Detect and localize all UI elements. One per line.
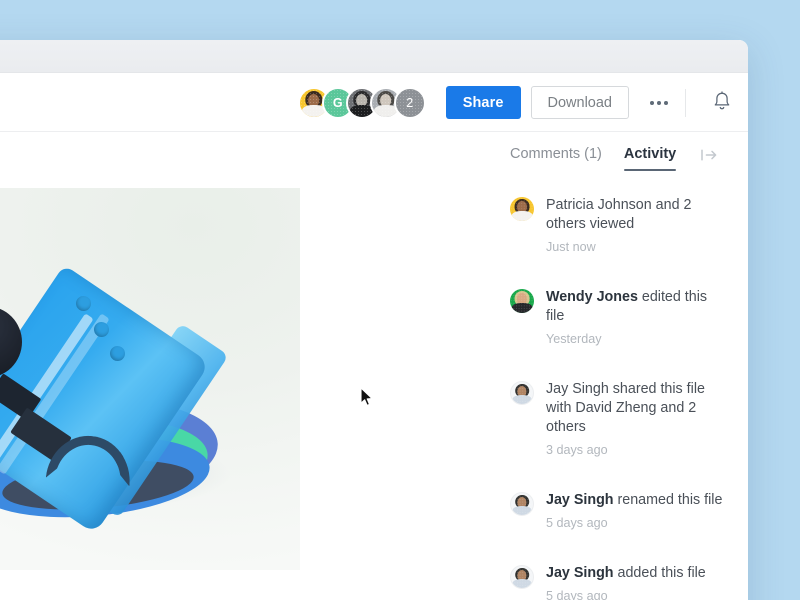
activity-actor: Jay Singh	[546, 381, 609, 397]
activity-timestamp: Yesterday	[546, 332, 602, 346]
activity-timestamp: 5 days ago	[546, 589, 608, 600]
toolbar-divider	[685, 88, 686, 117]
collapse-panel-button[interactable]	[696, 143, 722, 169]
avatar-label: 2	[406, 95, 414, 110]
activity-action: renamed this file	[613, 492, 723, 508]
collaborator-avatar-group[interactable]: G2	[297, 86, 426, 119]
activity-avatar	[510, 289, 534, 313]
sidebar-tabs: Comments (1) Activity	[468, 132, 748, 180]
activity-item[interactable]: Patricia Johnson and 2 others viewed Just…	[510, 196, 728, 254]
activity-avatar	[510, 197, 534, 221]
avatar[interactable]: 2	[393, 86, 426, 119]
download-button[interactable]: Download	[530, 86, 629, 119]
activity-action: viewed	[585, 216, 635, 232]
activity-avatar	[510, 381, 534, 405]
notifications-button[interactable]	[696, 83, 748, 123]
activity-text: Jay Singh added this file	[546, 564, 706, 583]
dot-icon	[650, 100, 654, 105]
activity-item[interactable]: Jay Singh shared this file with David Zh…	[510, 380, 728, 457]
desktop-backdrop: G2 Share Download Comments (1) Activity …	[0, 0, 800, 600]
tab-comments[interactable]: Comments (1)	[510, 146, 602, 171]
activity-avatar	[510, 565, 534, 589]
more-options-button[interactable]	[641, 86, 677, 119]
bell-icon	[712, 90, 732, 115]
activity-actor: Jay Singh	[546, 492, 614, 508]
toolbar-actions: G2 Share Download	[297, 73, 748, 132]
activity-timestamp: 3 days ago	[546, 443, 608, 457]
dot-icon	[657, 100, 661, 105]
activity-action: added this file	[613, 565, 706, 581]
activity-item[interactable]: Wendy Jones edited this file Yesterday	[510, 288, 728, 346]
tab-activity[interactable]: Activity	[623, 146, 677, 171]
activity-sidebar: Comments (1) Activity Patricia Johnson a…	[468, 132, 748, 600]
dot-icon	[664, 100, 668, 105]
activity-timestamp: Just now	[546, 240, 596, 254]
activity-actor: Jay Singh	[546, 565, 614, 581]
collapse-right-icon	[700, 148, 718, 165]
boombox-illustration: ⚡	[0, 188, 300, 570]
activity-actor: Wendy Jones	[546, 289, 638, 305]
window-chrome-bar	[0, 40, 748, 73]
activity-item[interactable]: Jay Singh renamed this file 5 days ago	[510, 491, 728, 530]
app-window: G2 Share Download Comments (1) Activity …	[0, 40, 748, 600]
activity-list: Patricia Johnson and 2 others viewed Just…	[468, 180, 748, 600]
mouse-cursor	[360, 387, 374, 407]
file-preview-image[interactable]: ⚡	[0, 188, 300, 570]
activity-text: Patricia Johnson and 2 others viewed	[546, 196, 728, 234]
file-preview-pane[interactable]: ⚡	[0, 132, 468, 600]
activity-text: Wendy Jones edited this file	[546, 288, 728, 326]
top-toolbar: G2 Share Download	[0, 73, 748, 132]
activity-text: Jay Singh renamed this file	[546, 491, 722, 510]
activity-timestamp: 5 days ago	[546, 516, 608, 530]
share-button[interactable]: Share	[445, 86, 521, 119]
activity-avatar	[510, 492, 534, 516]
activity-text: Jay Singh shared this file with David Zh…	[546, 380, 728, 437]
avatar-label: G	[332, 95, 343, 110]
content-area: ⚡ Comments (1) Activity	[0, 132, 748, 600]
activity-item[interactable]: Jay Singh added this file 5 days ago	[510, 564, 728, 600]
